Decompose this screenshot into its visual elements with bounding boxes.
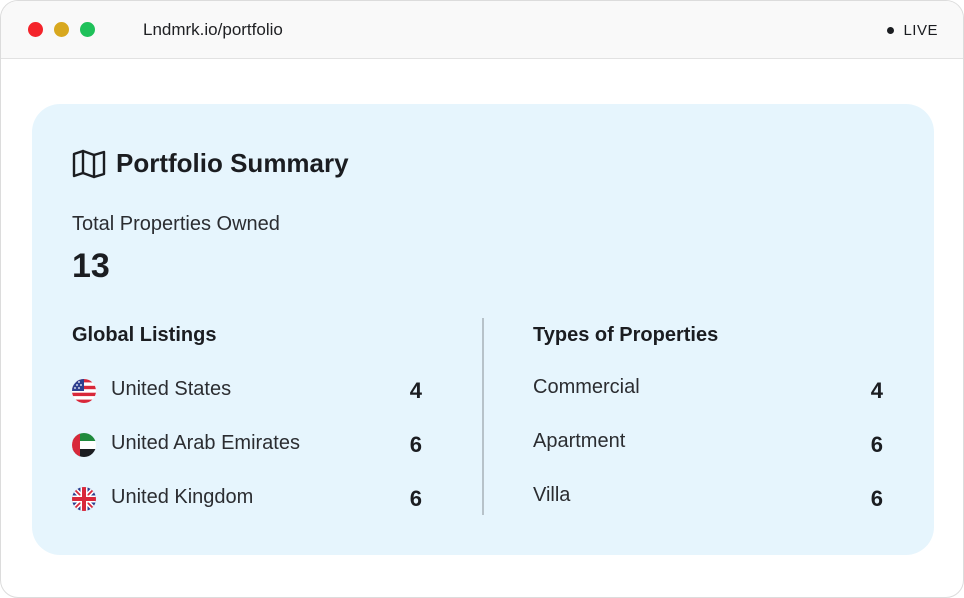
listing-country-name: United States — [111, 378, 232, 400]
browser-window: Lndmrk.io/portfolio LIVE Portfolio Summa… — [0, 0, 964, 598]
property-type-row-villa[interactable]: Villa 6 — [533, 481, 883, 511]
portfolio-summary-card: Portfolio Summary Total Properties Owned… — [32, 104, 934, 555]
property-type-name: Apartment — [533, 430, 626, 452]
listing-country-name: United Arab Emirates — [111, 432, 300, 454]
live-label: LIVE — [903, 22, 938, 39]
browser-titlebar: Lndmrk.io/portfolio LIVE — [1, 1, 963, 59]
listing-row-united-states[interactable]: United States 4 — [72, 375, 422, 405]
global-listings-title: Global Listings — [72, 324, 217, 346]
column-divider — [482, 318, 484, 515]
card-header: Portfolio Summary — [72, 148, 349, 179]
property-type-count: 6 — [870, 432, 883, 457]
listing-count: 6 — [409, 432, 422, 457]
close-window-button[interactable] — [28, 22, 43, 37]
global-listings-section: Global Listings United States 4 United A… — [72, 324, 422, 511]
uae-flag-icon — [72, 433, 96, 457]
property-type-row-commercial[interactable]: Commercial 4 — [533, 373, 883, 403]
property-type-count: 4 — [870, 378, 883, 403]
property-type-name: Commercial — [533, 376, 640, 398]
listing-row-united-arab-emirates[interactable]: United Arab Emirates 6 — [72, 429, 422, 459]
url-bar[interactable]: Lndmrk.io/portfolio — [143, 20, 283, 40]
map-icon — [72, 149, 106, 178]
card-title: Portfolio Summary — [116, 148, 349, 178]
listing-count: 4 — [409, 378, 422, 403]
live-dot-icon — [887, 27, 895, 34]
property-type-row-apartment[interactable]: Apartment 6 — [533, 427, 883, 457]
property-type-count: 6 — [870, 486, 883, 511]
listing-row-united-kingdom[interactable]: United Kingdom 6 — [72, 483, 422, 513]
maximize-window-button[interactable] — [80, 22, 95, 37]
total-properties-value: 13 — [72, 247, 110, 285]
us-flag-icon — [72, 379, 96, 403]
listing-count: 6 — [409, 486, 422, 511]
listing-country-name: United Kingdom — [111, 486, 254, 508]
property-type-name: Villa — [533, 484, 571, 506]
property-types-title: Types of Properties — [533, 324, 719, 346]
minimize-window-button[interactable] — [54, 22, 69, 37]
total-properties-label: Total Properties Owned — [72, 213, 280, 235]
uk-flag-icon — [72, 487, 96, 511]
live-indicator: LIVE — [887, 22, 938, 39]
property-types-section: Types of Properties Commercial 4 Apartme… — [533, 324, 883, 511]
